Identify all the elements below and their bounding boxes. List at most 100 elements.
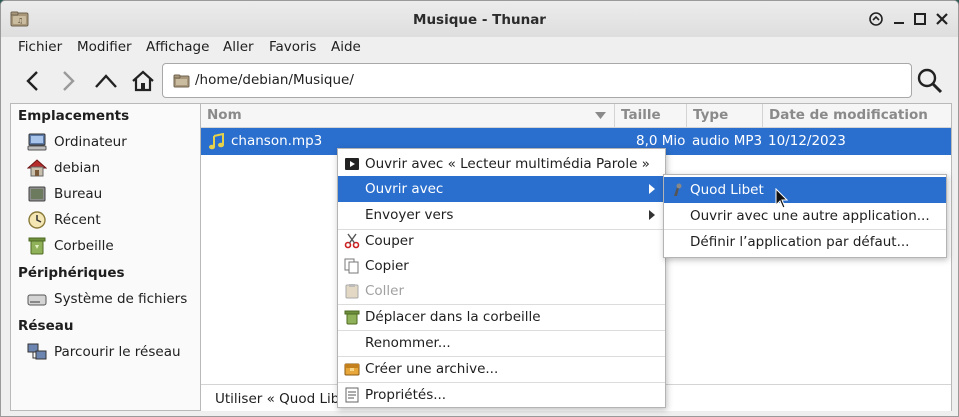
submenu-set-default[interactable]: Définir l’application par défaut... — [664, 229, 946, 255]
back-button[interactable] — [18, 66, 48, 96]
desktop-icon — [28, 186, 46, 202]
file-type: audio MP3 — [692, 133, 763, 149]
ctx-copy[interactable]: Copier — [338, 253, 665, 279]
column-header-type[interactable]: Type — [687, 104, 763, 128]
audio-file-icon — [209, 133, 224, 150]
menu-favoris[interactable]: Favoris — [269, 39, 316, 55]
column-header-name[interactable]: Nom — [201, 104, 615, 128]
forward-button[interactable] — [53, 66, 83, 96]
column-header-size[interactable]: Taille — [615, 104, 687, 128]
folder-icon — [173, 74, 190, 88]
column-label: Nom — [207, 107, 242, 123]
sidebar-label: Parcourir le réseau — [54, 344, 181, 360]
media-player-icon — [345, 158, 359, 170]
ctx-label: Déplacer dans la corbeille — [365, 309, 541, 325]
paste-icon — [345, 284, 359, 299]
submenu-arrow-icon — [649, 184, 655, 194]
close-icon[interactable] — [934, 11, 950, 27]
ctx-label: Coller — [365, 283, 405, 299]
mouse-cursor-icon — [775, 188, 789, 209]
network-icon — [27, 343, 47, 360]
ctx-rename[interactable]: Renommer... — [338, 330, 665, 356]
clock-icon — [28, 211, 46, 229]
search-button[interactable] — [915, 66, 945, 96]
properties-icon — [345, 387, 359, 403]
sidebar-label: Corbeille — [54, 238, 114, 254]
ctx-label: Envoyer vers — [365, 207, 454, 223]
ctx-label: Créer une archive... — [365, 361, 499, 377]
ctx-label: Ouvrir avec — [365, 181, 444, 197]
column-label: Taille — [621, 107, 661, 123]
ctx-create-archive[interactable]: Créer une archive... — [338, 356, 665, 382]
sidebar-item-systeme-fichiers[interactable]: Système de fichiers — [27, 288, 199, 310]
ctx-label: Copier — [365, 258, 409, 274]
home-button[interactable] — [128, 66, 158, 96]
file-size: 8,0 Mio — [636, 133, 686, 149]
submenu-quod-libet[interactable]: Quod Libet — [664, 177, 946, 203]
column-label: Date de modification — [769, 107, 928, 123]
ctx-paste[interactable]: Coller — [338, 278, 665, 304]
scissors-icon — [344, 233, 360, 249]
home-folder-icon — [27, 159, 47, 177]
sidebar-header-emplacements: Emplacements — [18, 108, 130, 124]
trash-icon — [344, 310, 360, 325]
sort-descending-icon — [595, 112, 606, 119]
submenu-arrow-icon — [649, 210, 655, 220]
column-header-date[interactable]: Date de modification — [763, 104, 951, 128]
ctx-properties[interactable]: Propriétés... — [338, 382, 665, 408]
minimize-icon[interactable] — [891, 11, 907, 27]
sidebar-item-bureau[interactable]: Bureau — [27, 183, 199, 205]
menu-modifier[interactable]: Modifier — [77, 39, 132, 55]
maximize-icon[interactable] — [912, 11, 928, 27]
ctx-open-with-parole[interactable]: Ouvrir avec « Lecteur multimédia Parole … — [338, 151, 665, 177]
sidebar: Emplacements Ordinateur debian Bureau Ré… — [10, 103, 200, 411]
computer-icon — [27, 133, 47, 151]
column-label: Type — [693, 107, 729, 123]
location-bar[interactable]: /home/debian/Musique/ — [162, 63, 912, 98]
toolbar: /home/debian/Musique/ — [1, 59, 958, 103]
sidebar-item-parcourir-reseau[interactable]: Parcourir le réseau — [27, 341, 199, 363]
trash-icon — [28, 237, 46, 255]
sidebar-item-ordinateur[interactable]: Ordinateur — [27, 131, 199, 153]
quod-libet-icon — [674, 183, 682, 196]
status-text: Utiliser « Quod Libet — [215, 391, 353, 407]
arrow-up-icon — [95, 74, 117, 88]
ctx-send-to[interactable]: Envoyer vers — [338, 202, 665, 228]
open-with-submenu: Quod Libet Ouvrir avec une autre applica… — [663, 174, 947, 258]
ctx-move-to-trash[interactable]: Déplacer dans la corbeille — [338, 304, 665, 330]
menu-affichage[interactable]: Affichage — [146, 39, 209, 55]
ctx-open-with[interactable]: Ouvrir avec — [338, 176, 665, 202]
ctx-label: Renommer... — [365, 335, 451, 351]
submenu-label: Définir l’application par défaut... — [690, 234, 910, 250]
ctx-cut[interactable]: Couper — [338, 228, 665, 254]
context-menu: Ouvrir avec « Lecteur multimédia Parole … — [337, 148, 666, 408]
ctx-label: Ouvrir avec « Lecteur multimédia Parole … — [365, 156, 650, 172]
sidebar-header-reseau: Réseau — [18, 318, 74, 334]
title-bar[interactable]: ♫ Musique - Thunar — [1, 1, 958, 37]
menu-aller[interactable]: Aller — [223, 39, 254, 55]
ctx-label: Couper — [365, 233, 414, 249]
sidebar-item-recent[interactable]: Récent — [27, 209, 199, 231]
menu-aide[interactable]: Aide — [331, 39, 361, 55]
arrow-right-icon — [63, 71, 75, 91]
sidebar-label: Système de fichiers — [54, 291, 188, 307]
file-name: chanson.mp3 — [231, 133, 323, 149]
home-icon — [132, 70, 154, 92]
archive-icon — [344, 363, 360, 376]
shade-icon[interactable] — [868, 11, 884, 27]
search-icon — [917, 68, 943, 94]
sidebar-label: Bureau — [54, 186, 103, 202]
parent-folder-button[interactable] — [91, 66, 121, 96]
sidebar-label: Ordinateur — [54, 134, 127, 150]
sidebar-header-peripheriques: Périphériques — [18, 265, 125, 281]
drive-icon — [27, 294, 47, 306]
sidebar-item-corbeille[interactable]: Corbeille — [27, 235, 199, 257]
submenu-other-application[interactable]: Ouvrir avec une autre application... — [664, 203, 946, 229]
ctx-label: Propriétés... — [365, 387, 447, 403]
window-title: Musique - Thunar — [413, 12, 546, 28]
submenu-label: Ouvrir avec une autre application... — [690, 208, 930, 224]
menu-bar: Fichier Modifier Affichage Aller Favoris… — [1, 37, 958, 59]
copy-icon — [344, 258, 359, 274]
sidebar-item-debian[interactable]: debian — [27, 157, 199, 179]
menu-fichier[interactable]: Fichier — [18, 39, 62, 55]
